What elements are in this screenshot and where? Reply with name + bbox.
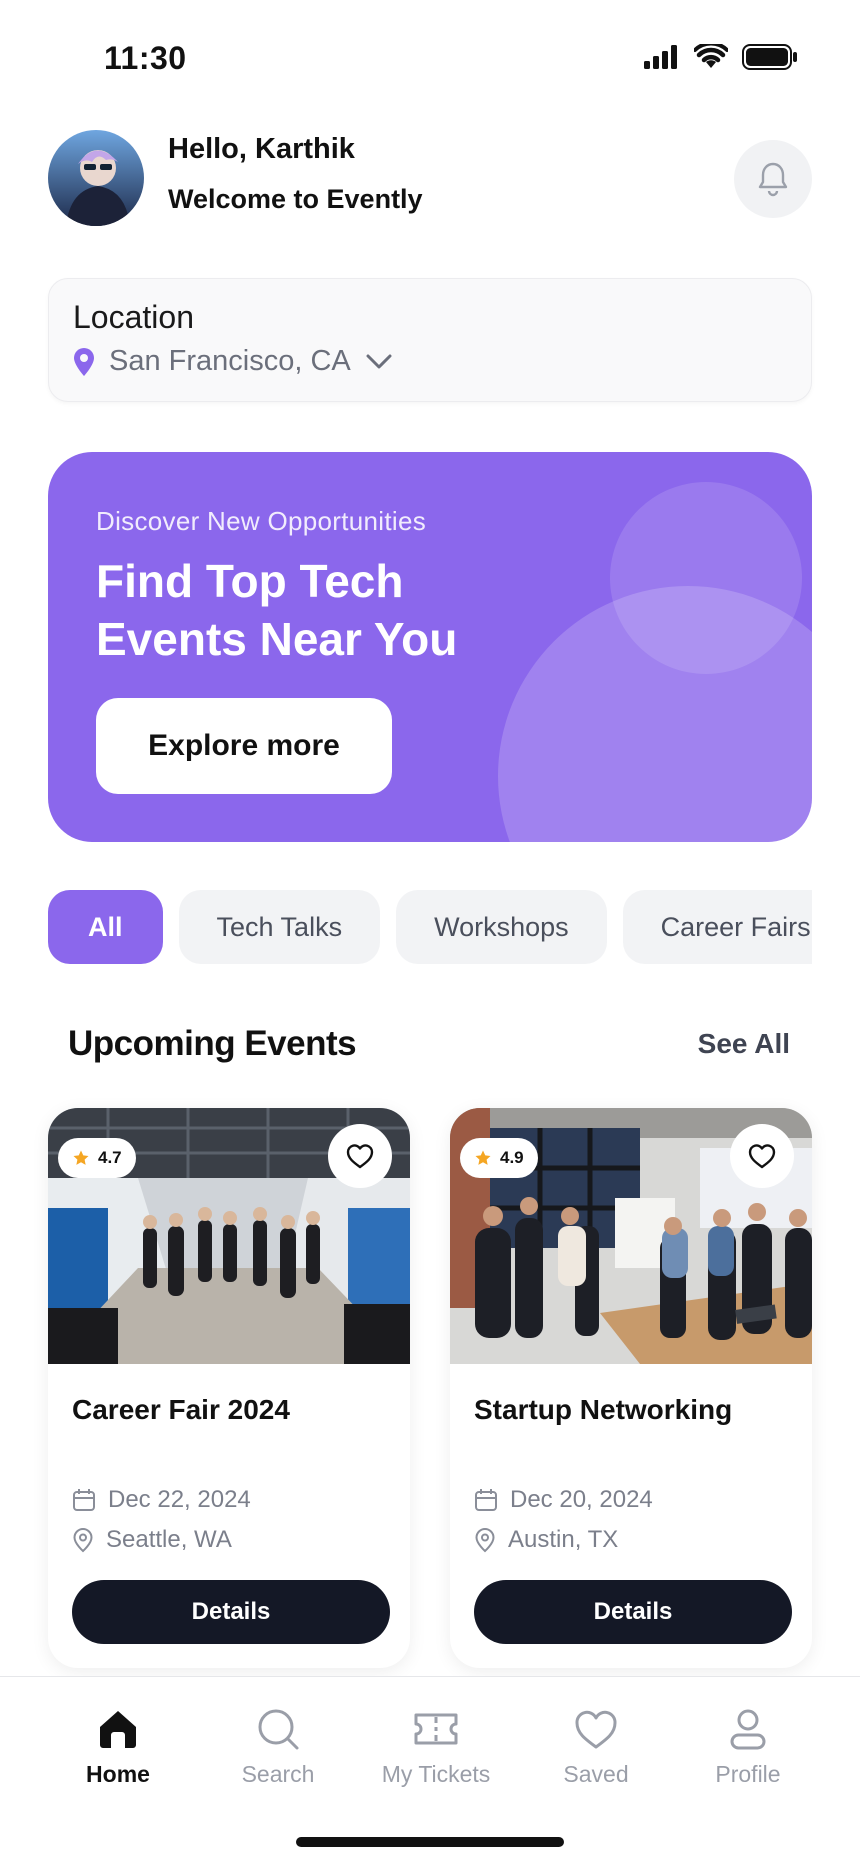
nav-home[interactable]: Home <box>38 1707 198 1788</box>
map-pin-icon <box>74 347 94 376</box>
event-card[interactable]: 4.9 Startup Networking Dec 20, 2024 Aust… <box>450 1108 812 1668</box>
home-indicator <box>296 1837 564 1847</box>
status-icons <box>644 44 798 70</box>
rating-value: 4.7 <box>98 1148 122 1167</box>
category-chip-workshops[interactable]: Workshops <box>396 890 607 964</box>
ticket-icon <box>414 1713 458 1745</box>
nav-label: Home <box>86 1761 150 1787</box>
search-icon <box>258 1709 299 1750</box>
section-title: Upcoming Events <box>68 1024 357 1063</box>
status-time: 11:30 <box>104 40 187 76</box>
battery-icon <box>742 44 797 70</box>
notifications-button[interactable] <box>734 140 812 218</box>
event-date: Dec 20, 2024 <box>474 1486 653 1514</box>
home-icon <box>100 1711 136 1748</box>
nav-my-tickets[interactable]: My Tickets <box>356 1707 516 1788</box>
details-button[interactable]: Details <box>474 1580 792 1644</box>
details-button[interactable]: Details <box>72 1580 390 1644</box>
nav-saved[interactable]: Saved <box>516 1707 676 1788</box>
location-pin-icon <box>73 1527 93 1553</box>
star-icon <box>73 1150 89 1165</box>
event-location-text: Seattle, WA <box>106 1526 232 1553</box>
greeting-subtitle: Welcome to Evently <box>168 184 423 214</box>
location-selector[interactable]: Location San Francisco, CA <box>48 278 812 402</box>
location-value: San Francisco, CA <box>109 345 351 377</box>
bottom-navigation: Home Search My Tickets Saved Profile <box>0 1676 860 1864</box>
heart-icon <box>346 1144 374 1169</box>
category-filters: All Tech Talks Workshops Career Fairs <box>48 890 812 966</box>
status-bar: 11:30 <box>0 0 860 120</box>
star-icon <box>475 1150 491 1165</box>
wifi-icon <box>694 44 728 68</box>
favorite-button[interactable] <box>730 1124 794 1188</box>
event-location: Austin, TX <box>474 1526 618 1554</box>
category-chip-all[interactable]: All <box>48 890 163 964</box>
nav-search[interactable]: Search <box>198 1707 358 1788</box>
nav-profile[interactable]: Profile <box>668 1707 828 1788</box>
rating-badge: 4.7 <box>58 1138 136 1178</box>
nav-label: Search <box>241 1761 315 1787</box>
category-chip-tech-talks[interactable]: Tech Talks <box>178 890 381 964</box>
heart-icon <box>575 1710 617 1749</box>
category-chip-career-fairs[interactable]: Career Fairs <box>622 890 812 964</box>
user-icon <box>730 1709 766 1750</box>
location-pin-icon <box>475 1527 495 1553</box>
heart-icon <box>748 1144 776 1169</box>
bell-icon <box>758 162 788 197</box>
avatar[interactable] <box>48 130 144 226</box>
nav-label: Profile <box>715 1761 781 1787</box>
event-date: Dec 22, 2024 <box>72 1486 251 1514</box>
event-date-text: Dec 22, 2024 <box>108 1486 251 1513</box>
rating-badge: 4.9 <box>460 1138 538 1178</box>
location-row[interactable]: San Francisco, CA <box>73 345 393 378</box>
event-date-text: Dec 20, 2024 <box>510 1486 653 1513</box>
chevron-down-icon <box>366 354 392 368</box>
event-title: Startup Networking <box>474 1394 733 1425</box>
nav-label: Saved <box>563 1761 629 1787</box>
event-location: Seattle, WA <box>72 1526 232 1554</box>
event-location-text: Austin, TX <box>508 1526 619 1553</box>
calendar-icon <box>475 1489 497 1511</box>
banner-eyebrow: Discover New Opportunities <box>96 506 427 536</box>
explore-more-button[interactable]: Explore more <box>96 698 392 794</box>
favorite-button[interactable] <box>328 1124 392 1188</box>
see-all-link[interactable]: See All <box>698 1028 790 1060</box>
location-label: Location <box>73 299 194 335</box>
signal-icon <box>644 45 677 69</box>
rating-value: 4.9 <box>500 1148 524 1167</box>
nav-label: My Tickets <box>381 1761 491 1787</box>
banner-title: Find Top Tech Events Near You <box>96 555 458 665</box>
promo-banner: Discover New Opportunities Find Top Tech… <box>48 452 812 842</box>
calendar-icon <box>73 1489 95 1511</box>
event-card[interactable]: 4.7 Career Fair 2024 Dec 22, 2024 Seattl… <box>48 1108 410 1668</box>
greeting-title: Hello, Karthik <box>168 133 355 165</box>
event-title: Career Fair 2024 <box>72 1394 290 1425</box>
banner-decoration <box>498 586 812 842</box>
